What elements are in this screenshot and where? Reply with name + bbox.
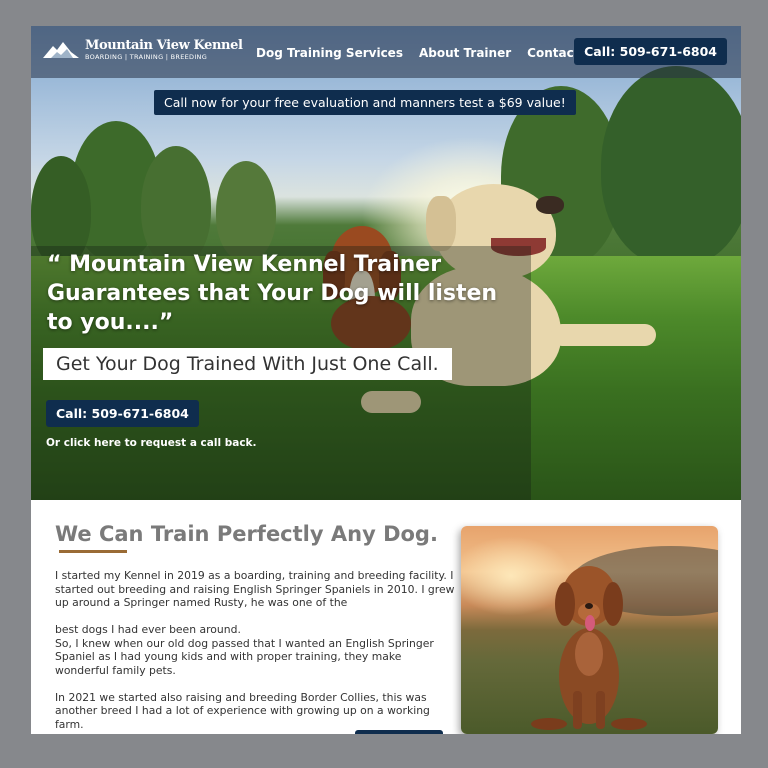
logo-subtitle: BOARDING | TRAINING | BREEDING [85, 53, 208, 61]
logo-title: Mountain View Kennel [85, 38, 243, 53]
about-paragraph: I started my Kennel in 2019 as a boardin… [55, 569, 455, 609]
nav-dog-training-services[interactable]: Dog Training Services [256, 46, 403, 60]
promo-banner: Call now for your free evaluation and ma… [154, 90, 576, 115]
mountain-logo-icon [43, 40, 79, 60]
hero-tree [601, 66, 741, 266]
section-title: We Can Train Perfectly Any Dog. [55, 522, 438, 546]
web-page: Mountain View Kennel BOARDING | TRAINING… [31, 26, 741, 734]
dog-photo [461, 526, 718, 734]
header-call-button[interactable]: Call: 509-671-6804 [574, 38, 727, 65]
about-paragraph: best dogs I had ever been around. So, I … [55, 623, 434, 677]
hero-subheadline: Get Your Dog Trained With Just One Call. [43, 348, 452, 380]
main-nav: Dog Training Services About Trainer Cont… [256, 46, 579, 60]
read-more-button[interactable] [355, 730, 443, 734]
callback-request-link[interactable]: Or click here to request a call back. [46, 437, 257, 449]
title-underline [59, 550, 127, 553]
hero-section: Mountain View Kennel BOARDING | TRAINING… [31, 26, 741, 500]
nav-contact[interactable]: Contact [527, 46, 579, 60]
about-paragraph: In 2021 we started also raising and bree… [55, 690, 430, 731]
about-text: I started my Kennel in 2019 as a boardin… [55, 569, 455, 734]
hero-headline: “ Mountain View Kennel Trainer Guarantee… [47, 252, 498, 335]
hero-call-button[interactable]: Call: 509-671-6804 [46, 400, 199, 427]
site-logo[interactable]: Mountain View Kennel BOARDING | TRAINING… [43, 39, 243, 61]
nav-about-trainer[interactable]: About Trainer [419, 46, 511, 60]
